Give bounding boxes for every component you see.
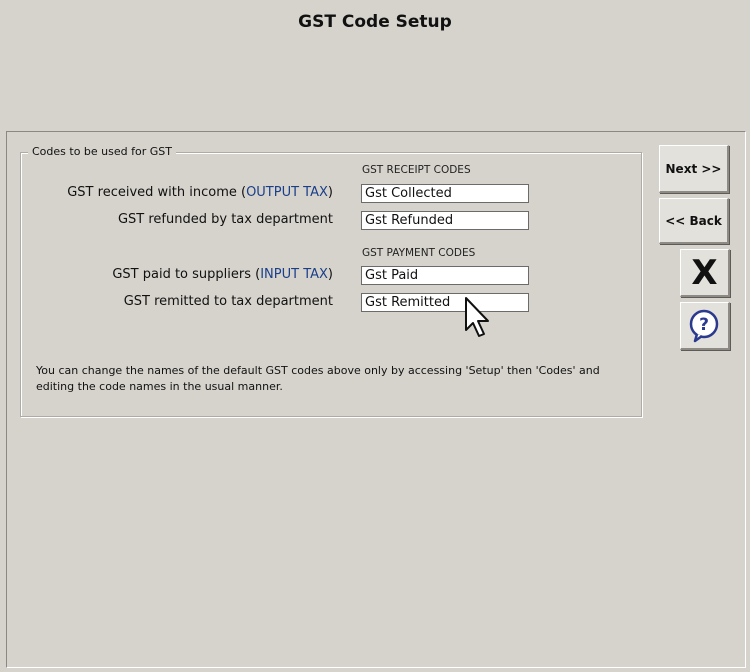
payment-codes-header: GST PAYMENT CODES [362, 247, 476, 259]
next-button[interactable]: Next >> [659, 145, 729, 193]
output-tax-highlight: OUTPUT TAX [246, 185, 328, 200]
window-title: GST Code Setup [298, 12, 452, 32]
gst-remitted-field[interactable]: Gst Remitted [361, 293, 529, 312]
refunded-label: GST refunded by tax department [117, 212, 333, 227]
gst-paid-field[interactable]: Gst Paid [361, 266, 529, 285]
svg-text:?: ? [699, 315, 709, 335]
mouse-pointer-icon [465, 297, 489, 337]
help-button[interactable]: ? [680, 302, 730, 350]
back-button[interactable]: << Back [659, 198, 729, 244]
gst-collected-field[interactable]: Gst Collected [361, 184, 529, 203]
close-button[interactable]: X [680, 249, 730, 297]
input-tax-label: GST paid to suppliers (INPUT TAX) [112, 267, 333, 282]
gst-refunded-field[interactable]: Gst Refunded [361, 211, 529, 230]
input-tax-highlight: INPUT TAX [260, 267, 328, 282]
remitted-label: GST remitted to tax department [123, 294, 333, 309]
receipt-codes-header: GST RECEIPT CODES [362, 164, 471, 176]
x-icon: X [691, 252, 718, 293]
output-tax-label: GST received with income (OUTPUT TAX) [67, 185, 333, 200]
help-icon: ? [689, 309, 718, 342]
group-legend: Codes to be used for GST [28, 145, 176, 158]
help-note: You can change the names of the default … [36, 364, 600, 393]
